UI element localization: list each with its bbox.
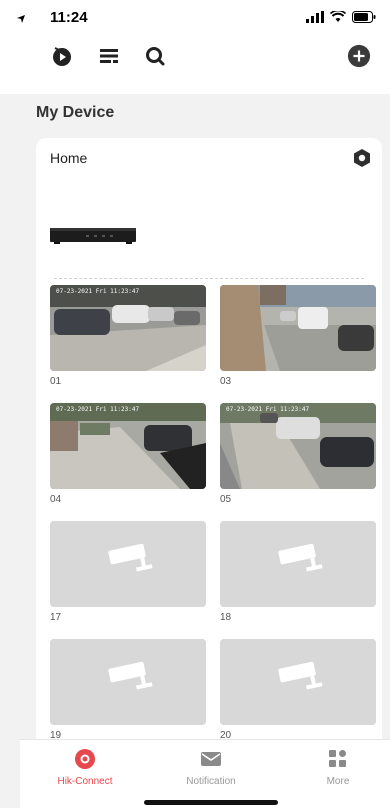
- camera-thumbnail[interactable]: 07-23-2021 Fri 11:23:47: [50, 403, 206, 489]
- tab-notification[interactable]: Notification: [166, 748, 256, 787]
- camera-icon: [50, 521, 206, 607]
- top-area: 11:24: [0, 0, 390, 94]
- settings-icon[interactable]: [352, 148, 372, 168]
- home-indicator[interactable]: [144, 800, 278, 805]
- camera-thumbnail[interactable]: 07-23-2021 Fri 11:23:47: [50, 285, 206, 371]
- battery-icon: [352, 10, 376, 28]
- divider: [54, 278, 364, 279]
- nvr-device-icon: [50, 224, 136, 246]
- device-card[interactable]: Home 07-23-2021 Fri 11:23:47 01 03 07-23…: [36, 138, 382, 758]
- wifi-icon: [329, 9, 347, 28]
- camera-icon: [220, 639, 376, 725]
- camera-label: 18: [220, 612, 232, 623]
- camera-label: 03: [220, 376, 232, 387]
- status-time: 11:24: [50, 9, 88, 26]
- status-bar: 11:24: [0, 0, 390, 36]
- search-icon[interactable]: [143, 44, 167, 68]
- location-arrow-icon: [16, 11, 26, 29]
- tab-label: Hik-Connect: [57, 776, 113, 787]
- playback-icon[interactable]: [50, 44, 74, 68]
- video-timestamp: 07-23-2021 Fri 11:23:47: [56, 406, 140, 413]
- list-view-icon[interactable]: [97, 44, 121, 68]
- camera-label: 04: [50, 494, 62, 505]
- camera-icon: [50, 639, 206, 725]
- camera-placeholder[interactable]: [50, 521, 206, 607]
- video-timestamp: 07-23-2021 Fri 11:23:47: [56, 288, 140, 295]
- camera-placeholder[interactable]: [220, 521, 376, 607]
- camera-label: 05: [220, 494, 232, 505]
- camera-tile-20[interactable]: 20: [220, 639, 376, 741]
- page-title: My Device: [36, 104, 115, 121]
- camera-tile-01[interactable]: 07-23-2021 Fri 11:23:47 01: [50, 285, 206, 387]
- app-screen: 11:24 My Device Home 07-23-2021 Fri 11:2…: [0, 0, 390, 808]
- tab-label: Notification: [186, 776, 236, 787]
- device-name: Home: [50, 150, 88, 166]
- camera-label: 17: [50, 612, 62, 623]
- camera-tile-03[interactable]: 03: [220, 285, 376, 387]
- camera-tile-19[interactable]: 19: [50, 639, 206, 741]
- grid-icon: [327, 748, 349, 770]
- tab-label: More: [326, 776, 350, 787]
- status-icons: [17, 9, 376, 28]
- camera-icon: [220, 521, 376, 607]
- camera-tile-17[interactable]: 17: [50, 521, 206, 623]
- record-icon: [74, 748, 96, 770]
- cellular-signal-icon: [306, 10, 324, 28]
- add-device-icon[interactable]: [347, 44, 371, 68]
- tab-bar: Hik-Connect Notification More: [20, 739, 390, 808]
- tab-more[interactable]: More: [293, 748, 383, 787]
- envelope-icon: [200, 748, 222, 770]
- camera-thumbnail[interactable]: 07-23-2021 Fri 11:23:47: [220, 403, 376, 489]
- camera-label: 01: [50, 376, 62, 387]
- camera-tile-18[interactable]: 18: [220, 521, 376, 623]
- video-timestamp: 07-23-2021 Fri 11:23:47: [226, 406, 310, 413]
- camera-thumbnail[interactable]: [220, 285, 376, 371]
- toolbar: [0, 40, 390, 74]
- camera-tile-05[interactable]: 07-23-2021 Fri 11:23:47 05: [220, 403, 376, 505]
- camera-tile-04[interactable]: 07-23-2021 Fri 11:23:47 04: [50, 403, 206, 505]
- camera-placeholder[interactable]: [50, 639, 206, 725]
- tab-hik-connect[interactable]: Hik-Connect: [40, 748, 130, 787]
- camera-placeholder[interactable]: [220, 639, 376, 725]
